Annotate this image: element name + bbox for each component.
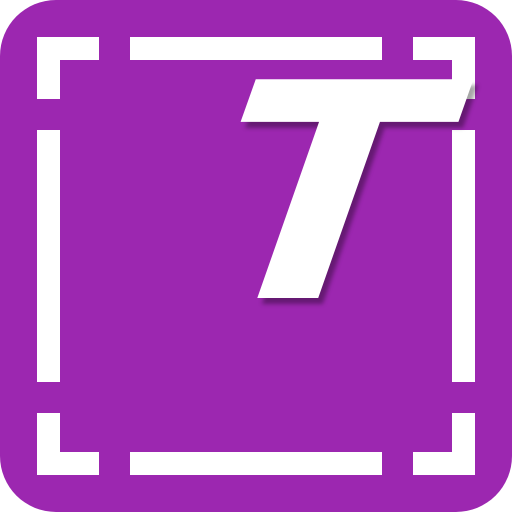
frame-edge-bottom [130, 452, 382, 475]
frame-edge-left [37, 130, 60, 382]
text-tool-icon: T [0, 0, 512, 512]
frame-edge-top [130, 37, 382, 60]
icon-tile-background [0, 0, 512, 512]
icon-background-frame [0, 0, 512, 512]
frame-edge-right [452, 130, 475, 382]
